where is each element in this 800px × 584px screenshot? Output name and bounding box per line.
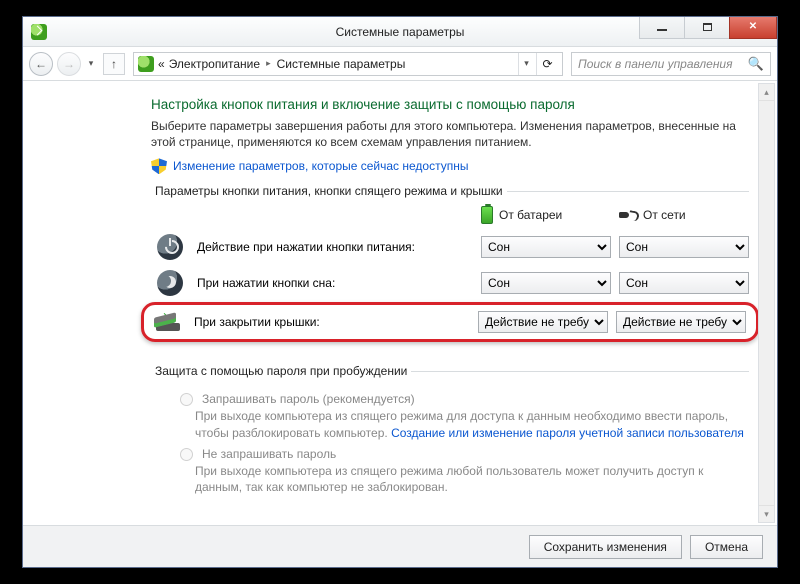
back-button[interactable]: ← xyxy=(29,52,53,76)
shield-icon xyxy=(151,158,167,174)
change-unavailable-link[interactable]: Изменение параметров, которые сейчас нед… xyxy=(173,159,469,173)
power-button-battery-select[interactable]: Сон xyxy=(481,236,611,258)
column-header-ac: От сети xyxy=(619,208,749,222)
save-button[interactable]: Сохранить изменения xyxy=(529,535,682,559)
radio-description: При выходе компьютера из спящего режима … xyxy=(195,408,749,440)
row-label: При нажатии кнопки сна: xyxy=(197,276,473,290)
sleep-button-icon xyxy=(157,270,183,296)
address-dropdown[interactable]: ▾ xyxy=(518,53,534,75)
cancel-button[interactable]: Отмена xyxy=(690,535,763,559)
content-area: ▴ ▾ Настройка кнопок питания и включение… xyxy=(23,81,777,525)
address-bar[interactable]: « Электропитание ▸ Системные параметры ▾… xyxy=(133,52,563,76)
radio-label: Запрашивать пароль (рекомендуется) xyxy=(202,392,415,406)
sleep-button-ac-select[interactable]: Сон xyxy=(619,272,749,294)
page-description: Выберите параметры завершения работы для… xyxy=(151,118,749,150)
breadcrumb-item[interactable]: Электропитание xyxy=(169,57,260,71)
footer: Сохранить изменения Отмена xyxy=(23,525,777,567)
search-placeholder: Поиск в панели управления xyxy=(578,57,733,71)
battery-icon xyxy=(481,206,493,224)
power-button-ac-select[interactable]: Сон xyxy=(619,236,749,258)
refresh-button[interactable]: ⟳ xyxy=(536,53,558,75)
up-button[interactable]: ↑ xyxy=(103,53,125,75)
radio-description: При выходе компьютера из спящего режима … xyxy=(195,463,749,495)
group-legend: Защита с помощью пароля при пробуждении xyxy=(151,364,411,378)
search-icon: 🔍 xyxy=(748,56,764,72)
lid-close-battery-select[interactable]: Действие не требуется xyxy=(478,311,608,333)
lid-icon: ↘ xyxy=(154,313,182,331)
power-icon xyxy=(138,56,154,72)
page-heading: Настройка кнопок питания и включение защ… xyxy=(151,97,749,112)
lid-close-ac-select[interactable]: Действие не требуется xyxy=(616,311,746,333)
nav-bar: ← → ▾ ↑ « Электропитание ▸ Системные пар… xyxy=(23,47,777,81)
lid-close-row-highlight: ↘ При закрытии крышки: Действие не требу… xyxy=(141,302,759,342)
search-input[interactable]: Поиск в панели управления 🔍 xyxy=(571,52,771,76)
window-title: Системные параметры xyxy=(23,25,777,39)
forward-button[interactable]: → xyxy=(57,52,81,76)
create-password-link[interactable]: Создание или изменение пароля учетной за… xyxy=(391,426,744,440)
scroll-up-icon[interactable]: ▴ xyxy=(759,84,774,101)
breadcrumb-sep: « xyxy=(158,57,165,71)
power-button-icon xyxy=(157,234,183,260)
titlebar: Системные параметры ✕ xyxy=(23,17,777,47)
scroll-down-icon[interactable]: ▾ xyxy=(759,505,774,522)
window: Системные параметры ✕ ← → ▾ ↑ « Электроп… xyxy=(22,16,778,568)
password-group: Защита с помощью пароля при пробуждении … xyxy=(151,364,749,507)
power-buttons-group: Параметры кнопки питания, кнопки спящего… xyxy=(151,184,749,354)
chevron-right-icon: ▸ xyxy=(266,58,271,69)
radio-label: Не запрашивать пароль xyxy=(202,447,336,461)
scrollbar[interactable]: ▴ ▾ xyxy=(758,83,775,523)
group-legend: Параметры кнопки питания, кнопки спящего… xyxy=(151,184,507,198)
row-label: При закрытии крышки: xyxy=(194,315,470,329)
plug-icon xyxy=(619,210,637,220)
history-dropdown[interactable]: ▾ xyxy=(85,52,97,76)
column-header-battery: От батареи xyxy=(481,206,611,224)
sleep-button-battery-select[interactable]: Сон xyxy=(481,272,611,294)
require-password-radio xyxy=(180,393,193,406)
row-label: Действие при нажатии кнопки питания: xyxy=(197,240,473,254)
no-password-radio xyxy=(180,448,193,461)
breadcrumb-item[interactable]: Системные параметры xyxy=(277,57,406,71)
